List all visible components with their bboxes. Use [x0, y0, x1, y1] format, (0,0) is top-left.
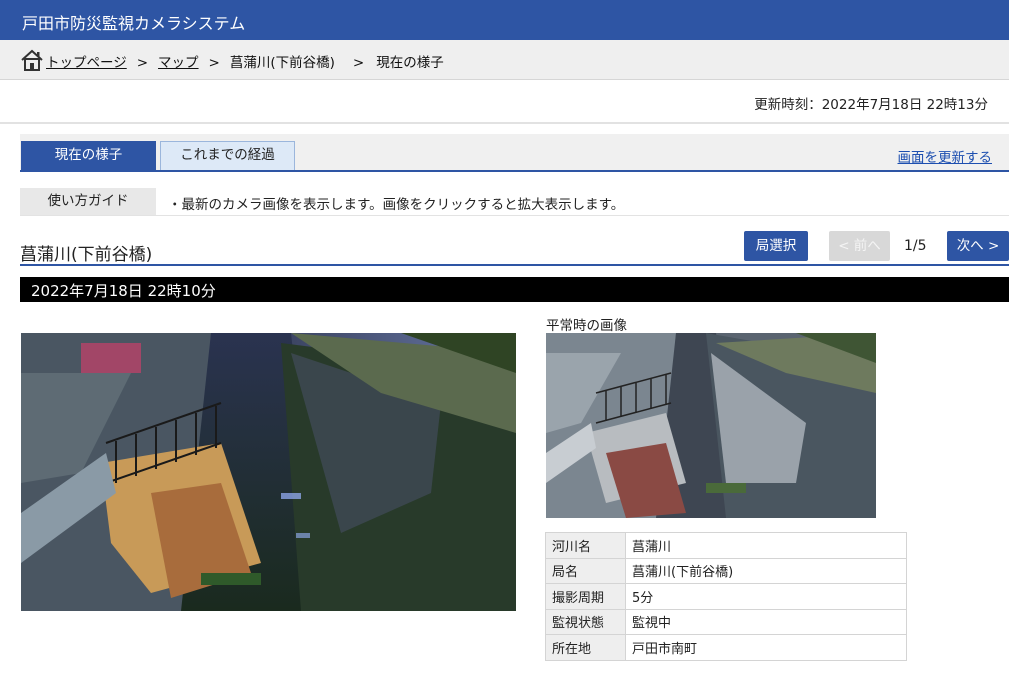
tab-bar: 現在の様子 これまでの経過 画面を更新する	[20, 134, 1009, 172]
capture-datetime: 2022年7月18日 22時10分	[31, 282, 216, 300]
info-key: 所在地	[545, 634, 626, 661]
guide-text: ・最新のカメラ画像を表示します。画像をクリックすると拡大表示します。	[168, 197, 625, 213]
home-icon[interactable]	[20, 49, 44, 71]
page-indicator: 1/5	[904, 238, 927, 254]
update-time: 更新時刻：2022年7月18日 22時13分	[754, 97, 988, 113]
breadcrumb-link-top[interactable]: トップページ	[46, 55, 127, 71]
breadcrumb-station: 菖蒲川(下前谷橋)	[229, 55, 335, 71]
table-row: 撮影周期 5分	[545, 583, 907, 610]
breadcrumb: トップページ > マップ > 菖蒲川(下前谷橋) > 現在の様子	[0, 40, 1009, 80]
info-value: 菖蒲川(下前谷橋)	[625, 557, 907, 584]
tab-current[interactable]: 現在の様子	[21, 141, 156, 170]
table-row: 所在地 戸田市南町	[545, 634, 907, 661]
info-key: 撮影周期	[545, 583, 626, 610]
tab-history[interactable]: これまでの経過	[160, 141, 295, 170]
app-header: 戸田市防災監視カメラシステム	[0, 0, 1009, 40]
breadcrumb-current: 現在の様子	[376, 55, 444, 71]
station-select-button[interactable]: 局選択	[744, 231, 808, 261]
table-row: 監視状態 監視中	[545, 608, 907, 635]
capture-datetime-bar: 2022年7月18日 22時10分	[20, 277, 1009, 302]
app-title: 戸田市防災監視カメラシステム	[22, 14, 246, 33]
info-value: 菖蒲川	[625, 532, 907, 559]
station-divider	[20, 264, 1009, 266]
table-row: 局名 菖蒲川(下前谷橋)	[545, 557, 907, 584]
info-key: 局名	[545, 557, 626, 584]
normal-image-label: 平常時の画像	[546, 318, 627, 334]
refresh-link[interactable]: 画面を更新する	[898, 146, 993, 166]
station-title: 菖蒲川(下前谷橋)	[20, 245, 153, 265]
camera-image-current[interactable]	[21, 333, 516, 611]
info-value: 戸田市南町	[625, 634, 907, 661]
info-key: 河川名	[545, 532, 626, 559]
info-key: 監視状態	[545, 608, 626, 635]
usage-guide: 使い方ガイド ・最新のカメラ画像を表示します。画像をクリックすると拡大表示します…	[20, 188, 1009, 216]
guide-label: 使い方ガイド	[20, 188, 156, 215]
info-value: 監視中	[625, 608, 907, 635]
breadcrumb-separator: >	[208, 55, 220, 71]
info-value: 5分	[625, 583, 907, 610]
divider	[0, 122, 1009, 124]
breadcrumb-separator: >	[136, 55, 149, 71]
prev-button[interactable]: < 前へ	[829, 231, 890, 261]
breadcrumb-separator: >	[352, 55, 365, 71]
camera-image-normal	[546, 333, 876, 518]
breadcrumb-link-map[interactable]: マップ	[158, 55, 199, 71]
next-button[interactable]: 次へ >	[947, 231, 1009, 261]
table-row: 河川名 菖蒲川	[545, 532, 907, 559]
station-info-table: 河川名 菖蒲川 局名 菖蒲川(下前谷橋) 撮影周期 5分 監視状態 監視中 所在…	[545, 532, 907, 661]
